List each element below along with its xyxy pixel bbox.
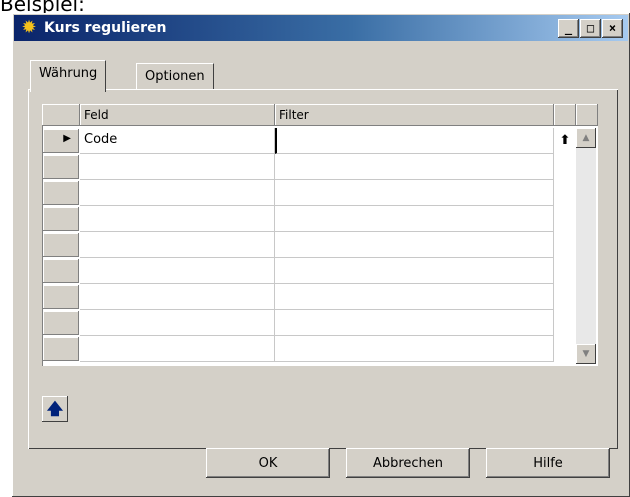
row-header[interactable] (43, 181, 79, 205)
minimize-button[interactable]: _ (558, 19, 579, 38)
cell-filter[interactable] (275, 128, 554, 154)
column-header-scroll (576, 104, 598, 126)
tab-optionen[interactable]: Optionen (136, 63, 214, 92)
row-header[interactable] (43, 207, 79, 231)
cell-filter[interactable] (275, 284, 554, 310)
filter-grid: Feld Filter ▶ Code ⬆ ▲ ▼ (42, 104, 598, 366)
lookup-up-arrow-icon[interactable]: ⬆ (554, 128, 576, 154)
help-button[interactable]: Hilfe (486, 448, 610, 478)
title-bar[interactable]: ✹ Kurs regulieren _ □ × (14, 15, 628, 41)
cell-feld[interactable] (80, 258, 275, 284)
cell-feld[interactable] (80, 154, 275, 180)
vertical-scrollbar[interactable]: ▲ ▼ (576, 128, 596, 364)
move-up-button[interactable]: 🡅 (42, 396, 68, 422)
column-header-feld[interactable]: Feld (80, 104, 275, 126)
cell-feld[interactable] (80, 284, 275, 310)
maximize-button[interactable]: □ (580, 19, 601, 38)
column-header-filter[interactable]: Filter (275, 104, 554, 126)
grid-header: Feld Filter (42, 104, 598, 128)
cancel-button[interactable]: Abbrechen (346, 448, 470, 478)
cell-feld[interactable]: Code (80, 128, 275, 154)
row-header[interactable] (43, 285, 79, 309)
cell-feld[interactable] (80, 310, 275, 336)
scroll-down-button[interactable]: ▼ (576, 344, 596, 364)
cell-filter[interactable] (275, 206, 554, 232)
cell-filter[interactable] (275, 336, 554, 362)
ok-button[interactable]: OK (206, 448, 330, 478)
row-header[interactable] (43, 311, 79, 335)
row-header[interactable] (43, 233, 79, 257)
corner-header (42, 104, 80, 126)
row-indicator-icon: ▶ (63, 133, 71, 144)
row-header[interactable] (43, 259, 79, 283)
cell-filter[interactable] (275, 232, 554, 258)
cell-filter[interactable] (275, 180, 554, 206)
cell-filter[interactable] (275, 154, 554, 180)
scroll-up-button[interactable]: ▲ (576, 128, 596, 148)
row-header[interactable] (43, 337, 79, 361)
window-title: Kurs regulieren (44, 20, 167, 36)
cell-feld[interactable] (80, 206, 275, 232)
row-header[interactable] (43, 155, 79, 179)
cell-feld[interactable] (80, 336, 275, 362)
close-button[interactable]: × (602, 19, 623, 38)
row-header[interactable]: ▶ (43, 129, 79, 153)
cell-feld[interactable] (80, 232, 275, 258)
cell-feld[interactable] (80, 180, 275, 206)
cell-filter[interactable] (275, 310, 554, 336)
up-arrow-icon: 🡅 (46, 399, 64, 418)
cell-filter[interactable] (275, 258, 554, 284)
tab-waehrung[interactable]: Währung (30, 60, 107, 92)
app-gear-icon: ✹ (21, 17, 37, 38)
column-header-extra (554, 104, 576, 126)
